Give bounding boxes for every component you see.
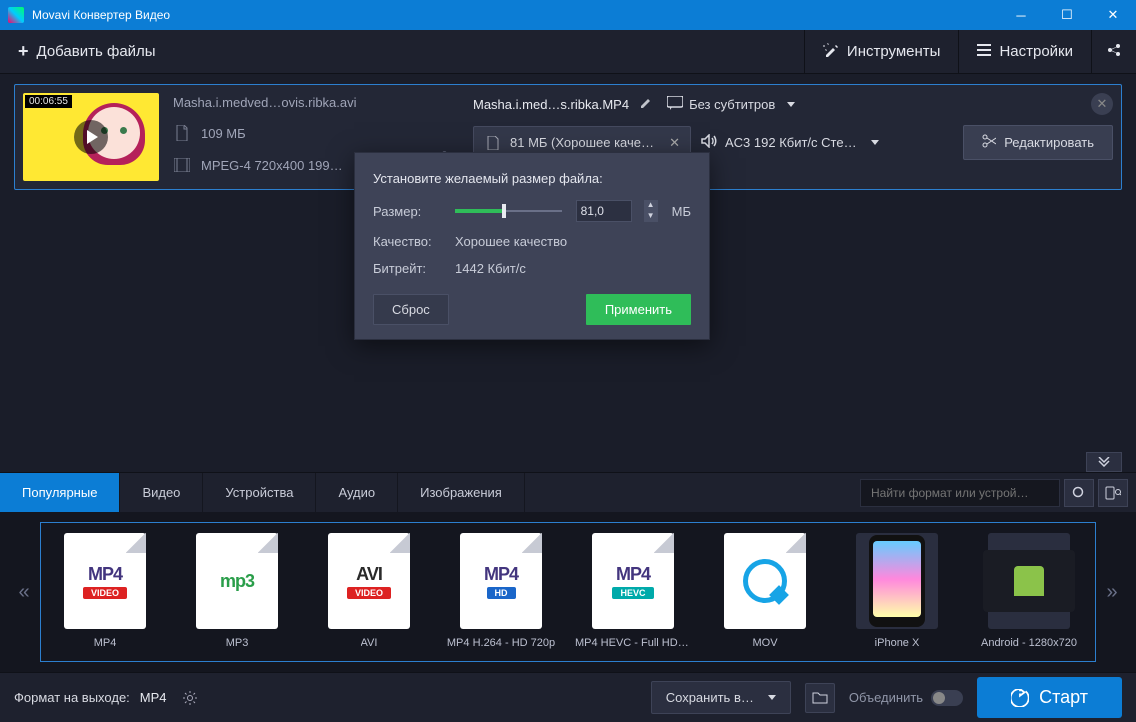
- popup-title: Установите желаемый размер файла:: [373, 171, 691, 186]
- size-slider[interactable]: [455, 207, 562, 215]
- output-format-value: MP4: [140, 690, 167, 705]
- settings-label: Настройки: [999, 43, 1073, 60]
- audio-dropdown[interactable]: AC3 192 Кбит/с Сте…: [701, 134, 879, 151]
- toggle-icon: [931, 690, 963, 706]
- size-spinner[interactable]: ▲▼: [644, 200, 658, 222]
- titlebar: Movavi Конвертер Видео ─ ☐ ✕: [0, 0, 1136, 30]
- format-preset[interactable]: MP4VIDEOMP4: [47, 533, 163, 649]
- size-input[interactable]: 81,0: [576, 200, 632, 222]
- file-icon: [484, 134, 502, 152]
- detect-device-button[interactable]: [1098, 479, 1128, 507]
- start-label: Старт: [1039, 687, 1088, 708]
- format-label: MP4 HEVC - Full HD 1…: [575, 637, 691, 649]
- play-icon[interactable]: [74, 120, 108, 154]
- subtitles-dropdown[interactable]: Без субтитров: [667, 96, 795, 113]
- subtitles-label: Без субтитров: [689, 97, 775, 112]
- remove-file-button[interactable]: ✕: [1091, 93, 1113, 115]
- audio-label: AC3 192 Кбит/с Сте…: [725, 135, 857, 150]
- speaker-icon: [701, 134, 717, 151]
- output-format-label: Формат на выходе:: [14, 690, 130, 705]
- search-input[interactable]: [860, 479, 1060, 507]
- minimize-button[interactable]: ─: [998, 0, 1044, 30]
- output-filename: Masha.i.med…s.ribka.MP4: [473, 97, 629, 112]
- format-strip: « MP4VIDEOMP4mp3MP3AVIVIDEOAVIMP4HDMP4 H…: [0, 512, 1136, 672]
- maximize-button[interactable]: ☐: [1044, 0, 1090, 30]
- tab-devices[interactable]: Устройства: [203, 473, 316, 512]
- file-icon: [173, 124, 191, 142]
- format-label: MP4: [94, 637, 117, 649]
- tab-video[interactable]: Видео: [120, 473, 203, 512]
- bottom-bar: Формат на выходе: MP4 Сохранить в… Объед…: [0, 672, 1136, 722]
- subtitle-icon: [667, 96, 683, 113]
- merge-toggle[interactable]: Объединить: [849, 690, 963, 706]
- apply-button[interactable]: Применить: [586, 294, 691, 325]
- merge-label: Объединить: [849, 690, 923, 705]
- browse-folder-button[interactable]: [805, 683, 835, 713]
- edit-name-icon[interactable]: [639, 96, 653, 113]
- format-settings-button[interactable]: [177, 685, 203, 711]
- scroll-left-button[interactable]: «: [8, 581, 40, 604]
- add-files-label: Добавить файлы: [37, 43, 156, 60]
- tab-images[interactable]: Изображения: [398, 473, 525, 512]
- plus-icon: +: [18, 41, 29, 62]
- clear-size-icon[interactable]: ✕: [669, 135, 680, 151]
- add-files-button[interactable]: + Добавить файлы: [0, 30, 174, 73]
- tab-audio[interactable]: Аудио: [316, 473, 398, 512]
- output-meta: Masha.i.med…s.ribka.MP4 Без субтитров ✕ …: [473, 93, 1113, 160]
- formats-area: Популярные Видео Устройства Аудио Изобра…: [0, 472, 1136, 672]
- save-in-dropdown[interactable]: Сохранить в…: [651, 681, 791, 714]
- size-popup: Установите желаемый размер файла: Размер…: [354, 152, 710, 340]
- format-preset[interactable]: Android - 1280x720: [971, 533, 1087, 649]
- video-icon: [173, 156, 191, 174]
- wand-icon: [823, 42, 839, 62]
- format-tabs: Популярные Видео Устройства Аудио Изобра…: [0, 472, 1136, 512]
- thumbnail[interactable]: 00:06:55: [23, 93, 159, 181]
- source-codec: MPEG-4 720x400 199…: [201, 158, 343, 173]
- size-label: Размер:: [373, 204, 441, 219]
- reset-button[interactable]: Сброс: [373, 294, 449, 325]
- format-preset[interactable]: iPhone X: [839, 533, 955, 649]
- format-preset[interactable]: AVIVIDEOAVI: [311, 533, 427, 649]
- edit-label: Редактировать: [1004, 135, 1094, 150]
- format-label: MP4 H.264 - HD 720p: [447, 637, 555, 649]
- window-title: Movavi Конвертер Видео: [32, 8, 998, 22]
- format-label: Android - 1280x720: [981, 637, 1077, 649]
- save-in-label: Сохранить в…: [666, 690, 754, 705]
- timecode: 00:06:55: [25, 95, 72, 108]
- tab-popular[interactable]: Популярные: [0, 473, 120, 512]
- tools-label: Инструменты: [847, 43, 941, 60]
- settings-button[interactable]: Настройки: [959, 30, 1091, 73]
- bitrate-label: Битрейт:: [373, 261, 441, 276]
- format-label: iPhone X: [875, 637, 920, 649]
- format-label: MP3: [226, 637, 249, 649]
- app-icon: [8, 7, 24, 23]
- search-button[interactable]: [1064, 479, 1094, 507]
- format-preset[interactable]: MP4HDMP4 H.264 - HD 720p: [443, 533, 559, 649]
- main-toolbar: + Добавить файлы Инструменты Настройки: [0, 30, 1136, 74]
- start-button[interactable]: Старт: [977, 677, 1122, 718]
- scroll-right-button[interactable]: »: [1096, 581, 1128, 604]
- tools-button[interactable]: Инструменты: [805, 30, 959, 73]
- share-icon: [1106, 42, 1122, 62]
- edit-button[interactable]: Редактировать: [963, 125, 1113, 160]
- share-button[interactable]: [1092, 30, 1136, 73]
- quality-value: Хорошее качество: [455, 234, 567, 249]
- scissors-icon: [982, 134, 996, 151]
- source-size: 109 МБ: [201, 126, 246, 141]
- collapse-formats-button[interactable]: [1086, 452, 1122, 472]
- format-preset[interactable]: mp3MP3: [179, 533, 295, 649]
- format-preset[interactable]: MP4HEVCMP4 HEVC - Full HD 1…: [575, 533, 691, 649]
- format-label: MOV: [752, 637, 777, 649]
- source-filename: Masha.i.medved…ovis.ribka.avi: [173, 95, 357, 110]
- bitrate-value: 1442 Кбит/с: [455, 261, 526, 276]
- format-label: AVI: [361, 637, 378, 649]
- size-unit: МБ: [672, 204, 691, 219]
- close-button[interactable]: ✕: [1090, 0, 1136, 30]
- menu-icon: [977, 43, 991, 61]
- output-size-label: 81 МБ (Хорошее каче…: [510, 135, 654, 150]
- quality-label: Качество:: [373, 234, 441, 249]
- format-preset[interactable]: MOV: [707, 533, 823, 649]
